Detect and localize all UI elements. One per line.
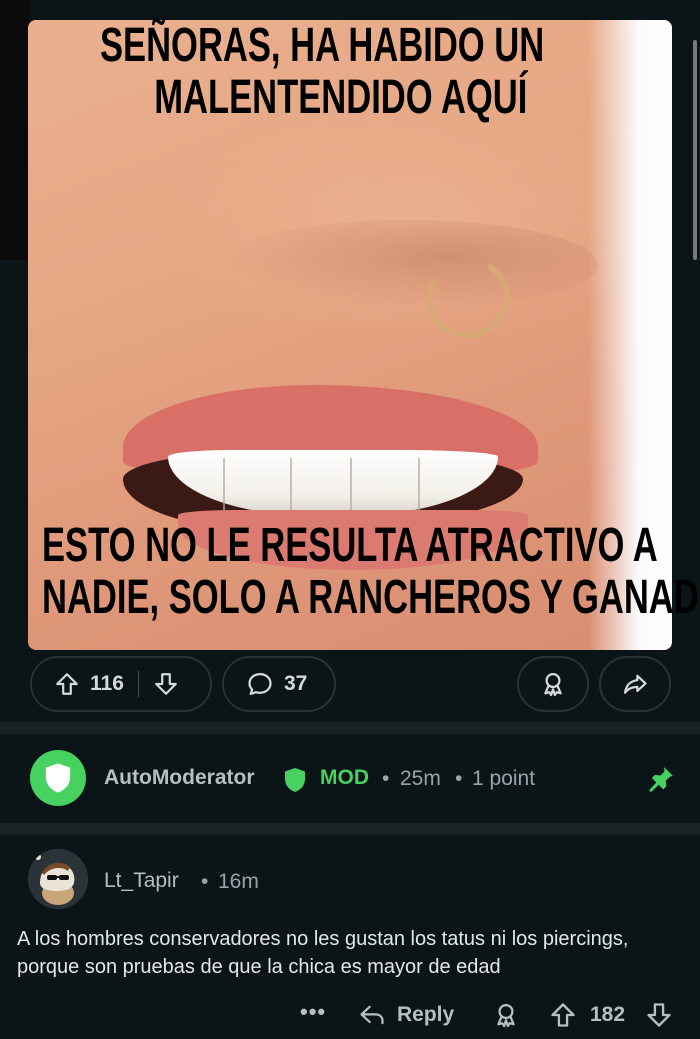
user-avatar[interactable] [28, 849, 88, 909]
image-dark-edge [0, 0, 30, 260]
meme-top-line-1: SEÑORAS, HA HABIDO UN [100, 19, 545, 72]
upvote-icon[interactable] [54, 671, 80, 697]
post-action-bar: 116 37 [0, 656, 700, 716]
share-icon [623, 674, 647, 694]
section-divider [0, 722, 700, 734]
award-icon [544, 672, 562, 697]
mod-badge: MOD [320, 766, 369, 789]
comment-username[interactable]: Lt_Tapir [104, 869, 179, 893]
reddit-post-page: SEÑORAS, HA HABIDO UN MALENTENDIDO AQUÍ … [0, 0, 700, 1039]
meme-top-caption: SEÑORAS, HA HABIDO UN MALENTENDIDO AQUÍ [100, 20, 544, 124]
meme-bottom-line-1: ESTO NO LE RESULTA ATRACTIVO A [42, 519, 658, 572]
award-icon[interactable] [492, 1001, 520, 1029]
downvote-icon[interactable] [153, 671, 179, 697]
vote-separator [137, 671, 139, 697]
comment-action-bar: ••• Reply 182 [0, 995, 700, 1035]
downvote-icon[interactable] [645, 1001, 673, 1029]
comment-score: 182 [590, 1003, 626, 1026]
comment: Lt_Tapir • 16m A los hombres conservador… [0, 835, 700, 1039]
automod-points: 1 point [472, 767, 536, 790]
comments-button[interactable]: 37 [222, 656, 336, 712]
automod-avatar[interactable] [30, 750, 86, 806]
upvote-count: 116 [90, 672, 124, 695]
share-button[interactable] [599, 656, 671, 712]
more-options-button[interactable]: ••• [300, 999, 326, 1025]
automod-comment[interactable]: AutoModerator MOD • 25m • 1 point [0, 734, 700, 823]
meme-top-line-2: MALENTENDIDO AQUÍ [154, 71, 528, 124]
automod-time: 25m [400, 767, 441, 790]
comment-line-1: A los hombres conservadores no les gusta… [17, 928, 629, 950]
comment-count: 37 [284, 672, 308, 695]
shield-icon [45, 763, 71, 793]
reply-button[interactable]: Reply [397, 1003, 454, 1027]
vote-pill: 116 [30, 656, 212, 712]
mod-shield-icon [285, 768, 305, 792]
meme-bottom-line-2: NADIE, SOLO A RANCHEROS Y GANADO [42, 571, 700, 624]
section-divider [0, 823, 700, 835]
upvote-icon[interactable] [549, 1001, 577, 1029]
comment-body: A los hombres conservadores no les gusta… [17, 925, 697, 981]
post-image[interactable]: SEÑORAS, HA HABIDO UN MALENTENDIDO AQUÍ … [0, 0, 700, 650]
pin-icon [649, 767, 673, 793]
meta-separator: • [382, 767, 390, 790]
reply-icon[interactable] [357, 1001, 387, 1029]
comment-line-2: porque son pruebas de que la chica es ma… [17, 956, 501, 978]
comment-icon [248, 672, 272, 696]
comment-time: 16m [218, 870, 259, 893]
automod-username[interactable]: AutoModerator [104, 766, 255, 790]
award-button[interactable] [517, 656, 589, 712]
tapir-avatar-icon [28, 849, 88, 909]
scrollbar[interactable] [693, 40, 697, 260]
meta-separator: • [455, 767, 463, 790]
meta-separator: • [201, 870, 209, 893]
meme-bottom-caption: ESTO NO LE RESULTA ATRACTIVO A NADIE, SO… [42, 520, 700, 624]
